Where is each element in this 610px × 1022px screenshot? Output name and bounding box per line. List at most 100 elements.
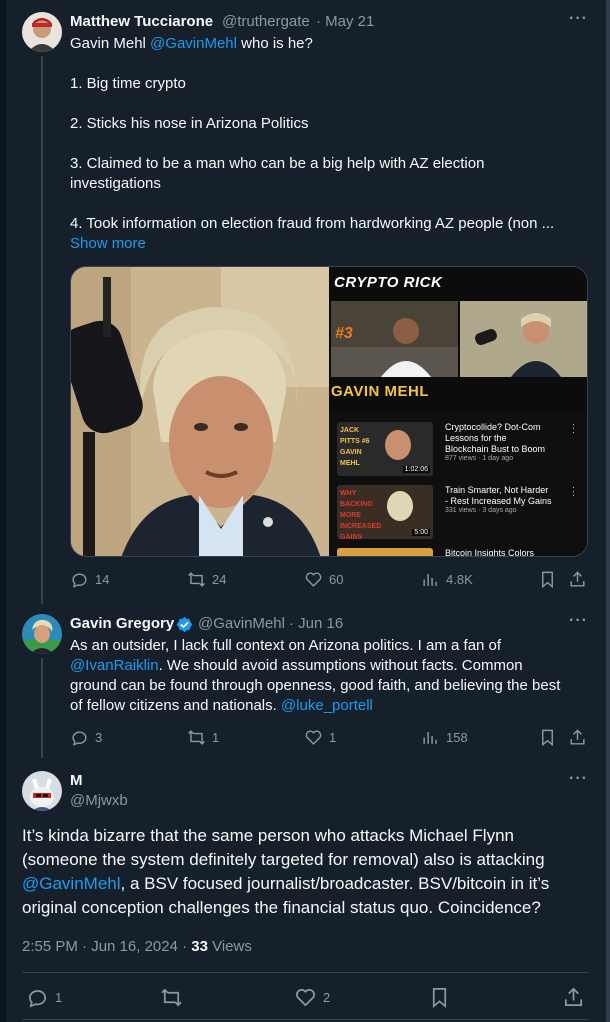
divider [22,1019,588,1020]
thread-connector [41,658,43,758]
bookmark-button[interactable] [538,728,557,747]
video-duration: 5:00 [412,529,430,536]
tweet-text-line: @IvanRaiklin. We should avoid assumption… [70,656,523,676]
repost-button[interactable]: 1 [187,728,219,747]
scrollbar[interactable] [606,0,610,1022]
divider [22,972,588,973]
bookmark-button[interactable] [538,570,557,589]
reply-count: 14 [95,572,110,587]
views-icon [423,731,437,744]
like-icon [305,730,322,745]
mention-link[interactable]: @GavinMehl [150,35,237,52]
video-title: Lessons for the [445,433,507,443]
verified-badge-icon [176,616,193,633]
views-count: 33 [191,938,208,955]
like-count: 60 [329,572,344,587]
video-duration: 1:02:06 [402,466,430,473]
author-name[interactable]: Gavin Gregory [70,615,174,632]
author-name[interactable]: M [70,772,83,789]
reply-button[interactable]: 3 [70,728,102,747]
timestamp-text[interactable]: 2:55 PM · Jun 16, 2024 · [22,938,191,955]
avatar-gavin-gregory[interactable] [22,614,62,654]
author-handle[interactable]: @Mjwxb [70,792,128,809]
thumbnail-text: WHY BACKING MORE INCREASED GAINS [340,490,382,539]
video-title: Blockchain Bust to Boom [445,444,546,454]
view-count: 158 [446,730,468,745]
more-icon[interactable]: ··· [569,612,588,630]
video-item[interactable]: Bitcoin Insights Colors [329,548,587,556]
views-button[interactable]: 158 [421,728,468,747]
window-edge [0,0,6,1022]
video-title: - Rest Increased My Gains [445,496,552,506]
tweet-text-line: of fellow citizens and nationals. @luke_… [70,696,373,716]
video-thumbnail [337,548,433,556]
like-count: 1 [329,730,337,745]
panel-title: CRYPTO RICK [334,274,443,291]
author-handle[interactable]: @truthergate [222,13,310,30]
share-button[interactable] [562,986,585,1009]
share-icon [570,571,585,587]
video-thumbnail: JACK PITTS #6 GAVIN MEHL 1:02:06 [337,422,433,476]
video-item[interactable]: JACK PITTS #6 GAVIN MEHL 1:02:06 Cryptoc… [329,420,587,476]
mention-link[interactable]: @GavinMehl [22,874,121,893]
reply-icon [28,990,46,1008]
show-more-link[interactable]: Show more [70,234,146,254]
tweet-date[interactable]: · Jun 16 [289,615,343,632]
thumbnail-portrait [387,491,413,521]
thread-connector [41,56,43,604]
video-still-photo [71,267,329,556]
more-vertical-icon[interactable]: · · · [572,483,575,500]
tweet-text-line: ground can be found through openness, go… [70,677,561,694]
reply-icon [72,731,87,746]
text-fragment: . We should avoid assumptions without fa… [158,657,523,674]
video-meta: 331 views · 3 days ago [445,507,517,514]
video-title: Cryptocollide? Dot-Com [445,422,541,432]
repost-count: 24 [212,572,227,587]
more-vertical-icon[interactable]: · · · [572,420,575,437]
tweet-text-line: original conception challenges the finan… [22,898,541,917]
like-button[interactable]: 1 [304,728,336,747]
author-handle[interactable]: @GavinMehl [198,615,285,632]
bookmark-icon [432,988,447,1008]
tweet-list-item: investigations [70,175,161,192]
related-video-list: JACK PITTS #6 GAVIN MEHL 1:02:06 Cryptoc… [329,412,587,556]
views-button[interactable]: 4.8K [421,570,473,589]
share-button[interactable] [568,570,587,589]
tweet-text-line: Gavin Mehl @GavinMehl who is he? [70,34,313,54]
tweet-date[interactable]: · May 21 [316,13,374,30]
mention-link[interactable]: @luke_portell [281,697,373,714]
tweet-list-item: 3. Claimed to be a man who can be a big … [70,155,485,172]
repost-count: 1 [212,730,220,745]
guest-name: GAVIN MEHL [331,383,430,400]
repost-button[interactable] [160,986,183,1009]
bookmark-button[interactable] [428,986,451,1009]
tweet-text-line: (someone the system definitely targeted … [22,850,545,869]
tweet-text-line: It’s kinda bizarre that the same person … [22,826,514,845]
like-count: 2 [323,990,331,1005]
like-button[interactable]: 2 [294,986,330,1009]
reply-button[interactable]: 1 [26,986,62,1009]
views-icon [423,573,437,586]
tweet-timestamp: 2:55 PM · Jun 16, 2024 · 33 Views [22,937,252,957]
text-fragment: , a BSV focused journalist/broadcaster. … [120,874,550,893]
more-icon[interactable]: ··· [569,770,588,788]
reply-button[interactable]: 14 [70,570,109,589]
share-icon [564,987,583,1007]
tweet-media-image[interactable]: CRYPTO RICK #3 GAVIN MEHL JACK PITTS #6 … [70,266,588,557]
mention-link[interactable]: @IvanRaiklin [70,657,159,674]
tweet-list-item: 4. Took information on election fraud fr… [70,215,555,232]
episode-number: #3 [335,325,353,342]
repost-button[interactable]: 24 [187,570,226,589]
avatar-matthew-tucciarone[interactable] [22,12,62,52]
tweet-text-line: As an outsider, I lack full context on A… [70,637,502,654]
bookmark-icon [542,571,553,589]
video-item[interactable]: WHY BACKING MORE INCREASED GAINS 5:00 Tr… [329,483,587,539]
avatar-m[interactable] [22,771,62,811]
like-icon [305,572,322,587]
author-name[interactable]: Matthew Tucciarone [70,13,213,30]
share-button[interactable] [568,728,587,747]
reply-count: 1 [55,990,63,1005]
like-button[interactable]: 60 [304,570,343,589]
more-icon[interactable]: ··· [569,10,588,28]
video-thumbnail: WHY BACKING MORE INCREASED GAINS 5:00 [337,485,433,539]
